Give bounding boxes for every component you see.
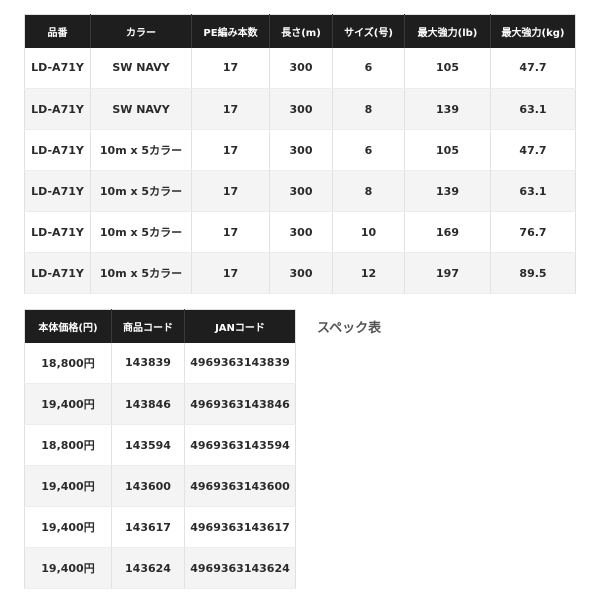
table-row: LD-A71Y 10m x 5カラー 17 300 6 105 47.7 [24,129,576,171]
cell-product-number: LD-A71Y [24,88,91,130]
cell-max-strength-kg: 63.1 [490,88,576,130]
cell-length: 300 [269,252,333,294]
cell-price: 19,400円 [24,465,112,507]
cell-price: 19,400円 [24,383,112,425]
cell-max-strength-lb: 139 [404,170,491,212]
cell-product-number: LD-A71Y [24,170,91,212]
cell-color: 10m x 5カラー [90,129,192,171]
table-row: 18,800円 143839 4969363143839 [24,342,296,384]
cell-color: 10m x 5カラー [90,211,192,253]
cell-length: 300 [269,211,333,253]
cell-max-strength-kg: 63.1 [490,170,576,212]
cell-product-number: LD-A71Y [24,47,91,89]
cell-color: 10m x 5カラー [90,252,192,294]
table-row: 19,400円 143846 4969363143846 [24,383,296,425]
header-max-strength-kg: 最大強力(kg) [490,14,576,48]
cell-product-number: LD-A71Y [24,252,91,294]
cell-price: 18,800円 [24,342,112,384]
cell-size: 10 [332,211,405,253]
cell-max-strength-kg: 47.7 [490,129,576,171]
cell-color: SW NAVY [90,47,192,89]
cell-size: 6 [332,129,405,171]
cell-pe-strands: 17 [191,129,270,171]
cell-jan-code: 4969363143594 [184,424,296,466]
spec-table-caption: スペック表 [317,321,382,336]
price-table: 本体価格(円) 商品コード JANコード 18,800円 143839 4969… [24,309,296,589]
cell-length: 300 [269,88,333,130]
cell-max-strength-lb: 169 [404,211,491,253]
header-product-code: 商品コード [111,309,185,343]
table-row: LD-A71Y SW NAVY 17 300 8 139 63.1 [24,88,576,130]
cell-size: 8 [332,88,405,130]
cell-max-strength-kg: 47.7 [490,47,576,89]
header-length: 長さ(m) [269,14,333,48]
cell-jan-code: 4969363143624 [184,547,296,589]
cell-product-code: 143839 [111,342,185,384]
cell-size: 8 [332,170,405,212]
cell-max-strength-lb: 139 [404,88,491,130]
cell-jan-code: 4969363143839 [184,342,296,384]
cell-max-strength-kg: 76.7 [490,211,576,253]
cell-color: SW NAVY [90,88,192,130]
cell-size: 12 [332,252,405,294]
table-row: 19,400円 143624 4969363143624 [24,547,296,589]
cell-product-number: LD-A71Y [24,129,91,171]
cell-product-number: LD-A71Y [24,211,91,253]
cell-price: 18,800円 [24,424,112,466]
cell-length: 300 [269,129,333,171]
table-row: 19,400円 143600 4969363143600 [24,465,296,507]
cell-pe-strands: 17 [191,47,270,89]
header-size: サイズ(号) [332,14,405,48]
cell-size: 6 [332,47,405,89]
cell-pe-strands: 17 [191,211,270,253]
header-color: カラー [90,14,192,48]
header-pe-strands: PE編み本数 [191,14,270,48]
table-row: LD-A71Y 10m x 5カラー 17 300 10 169 76.7 [24,211,576,253]
cell-product-code: 143617 [111,506,185,548]
cell-max-strength-lb: 105 [404,47,491,89]
cell-pe-strands: 17 [191,170,270,212]
table-row: LD-A71Y SW NAVY 17 300 6 105 47.7 [24,47,576,89]
price-header-row: 本体価格(円) 商品コード JANコード [24,309,296,343]
cell-max-strength-lb: 197 [404,252,491,294]
header-price: 本体価格(円) [24,309,112,343]
cell-pe-strands: 17 [191,252,270,294]
cell-product-code: 143624 [111,547,185,589]
cell-length: 300 [269,47,333,89]
cell-jan-code: 4969363143846 [184,383,296,425]
header-jan-code: JANコード [184,309,296,343]
table-row: LD-A71Y 10m x 5カラー 17 300 8 139 63.1 [24,170,576,212]
cell-product-code: 143846 [111,383,185,425]
table-row: 18,800円 143594 4969363143594 [24,424,296,466]
table-row: 19,400円 143617 4969363143617 [24,506,296,548]
cell-jan-code: 4969363143600 [184,465,296,507]
cell-max-strength-kg: 89.5 [490,252,576,294]
spec-header-row: 品番 カラー PE編み本数 長さ(m) サイズ(号) 最大強力(lb) 最大強力… [24,14,576,48]
header-product-number: 品番 [24,14,91,48]
cell-color: 10m x 5カラー [90,170,192,212]
cell-length: 300 [269,170,333,212]
cell-price: 19,400円 [24,506,112,548]
cell-product-code: 143594 [111,424,185,466]
cell-price: 19,400円 [24,547,112,589]
header-max-strength-lb: 最大強力(lb) [404,14,491,48]
cell-jan-code: 4969363143617 [184,506,296,548]
table-row: LD-A71Y 10m x 5カラー 17 300 12 197 89.5 [24,252,576,294]
spec-table: 品番 カラー PE編み本数 長さ(m) サイズ(号) 最大強力(lb) 最大強力… [24,14,576,294]
cell-pe-strands: 17 [191,88,270,130]
cell-max-strength-lb: 105 [404,129,491,171]
cell-product-code: 143600 [111,465,185,507]
